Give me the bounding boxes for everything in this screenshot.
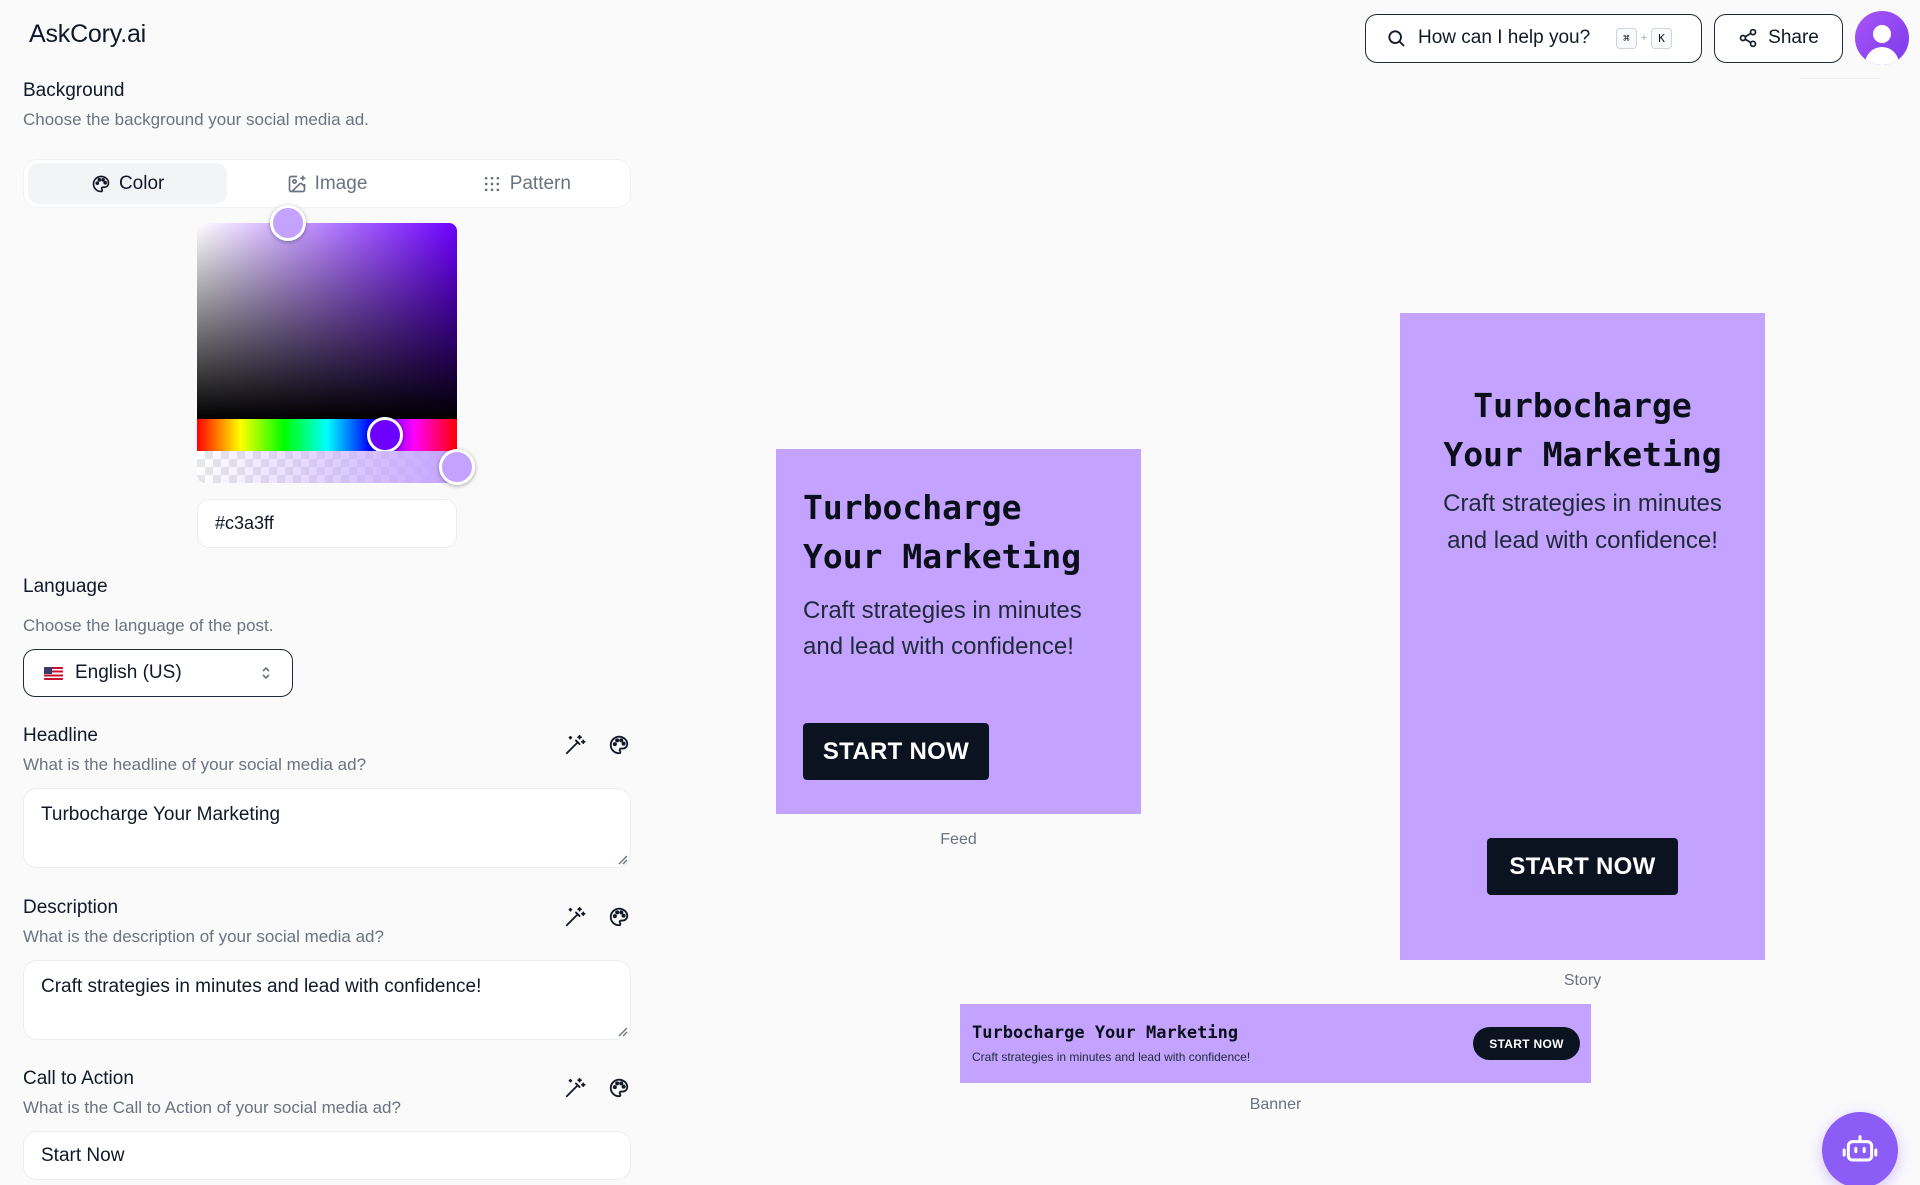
share-label: Share <box>1768 27 1819 48</box>
resize-grip-icon[interactable] <box>616 1025 628 1037</box>
language-value: English (US) <box>75 662 182 683</box>
feed-preview[interactable]: Turbocharge Your Marketing Craft strateg… <box>776 449 1141 814</box>
language-section: Language Choose the language of the post… <box>23 576 631 636</box>
magic-wand-icon[interactable] <box>563 905 587 929</box>
banner-label: Banner <box>1249 1096 1302 1113</box>
search-icon <box>1388 30 1405 47</box>
palette-icon[interactable] <box>607 733 631 757</box>
banner-cta-button[interactable]: START NOW <box>1473 1027 1580 1060</box>
robot-icon <box>1842 1135 1878 1162</box>
description-desc: What is the description of your social m… <box>23 927 384 946</box>
headline-header: Headline What is the headline of your so… <box>23 725 631 775</box>
feed-desc-line1: Craft strategies in minutes <box>803 597 1082 624</box>
headline-value: Turbocharge Your Marketing <box>41 804 281 825</box>
feed-description: Craft strategies in minutes and lead wit… <box>803 593 1114 665</box>
language-desc: Choose the language of the post. <box>23 616 274 635</box>
language-title: Language <box>23 576 108 597</box>
story-preview[interactable]: Turbocharge Your Marketing Craft strateg… <box>1400 313 1765 960</box>
tab-color-label: Color <box>118 172 165 194</box>
story-desc-line1: Craft strategies in minutes <box>1443 490 1722 517</box>
magic-wand-icon[interactable] <box>563 733 587 757</box>
search-button[interactable]: How can I help you? ⌘ + K <box>1365 13 1702 63</box>
feed-headline: Turbocharge Your Marketing <box>803 483 1114 581</box>
shortcut-plus: + <box>1640 32 1648 44</box>
story-headline-line2: Your Marketing <box>1443 435 1722 474</box>
story-headline: Turbocharge Your Marketing <box>1420 381 1745 479</box>
feed-headline-line1: Turbocharge <box>803 488 1022 527</box>
assistant-bot-button[interactable] <box>1822 1112 1898 1185</box>
tab-pattern-label: Pattern <box>509 172 571 194</box>
tab-pattern[interactable]: Pattern <box>427 163 626 204</box>
language-select[interactable]: English (US) <box>23 649 293 697</box>
feed-desc-line2: and lead with confidence! <box>803 633 1074 660</box>
banner-preview[interactable]: Turbocharge Your Marketing Craft strateg… <box>960 1004 1591 1083</box>
story-label: Story <box>1563 972 1602 989</box>
avatar-body <box>1865 47 1899 65</box>
saturation-handle[interactable] <box>270 205 306 241</box>
magic-wand-icon[interactable] <box>563 1076 587 1100</box>
cta-desc: What is the Call to Action of your socia… <box>23 1098 401 1117</box>
description-textarea[interactable]: Craft strategies in minutes and lead wit… <box>23 960 631 1040</box>
image-plus-icon <box>288 175 305 192</box>
tab-color[interactable]: Color <box>28 163 228 204</box>
headline-desc: What is the headline of your social medi… <box>23 755 367 774</box>
palette-icon[interactable] <box>607 905 631 929</box>
description-title: Description <box>23 897 119 918</box>
background-section: Background Choose the background your so… <box>23 80 631 130</box>
story-headline-line1: Turbocharge <box>1473 386 1692 425</box>
hue-handle[interactable] <box>367 417 403 453</box>
grid-dots-icon <box>484 176 499 191</box>
cta-input[interactable]: Start Now <box>23 1131 631 1180</box>
hue-slider[interactable] <box>197 417 457 453</box>
background-desc: Choose the background your social media … <box>23 110 369 129</box>
color-picker: #c3a3ff <box>197 205 475 548</box>
background-title: Background <box>23 80 125 101</box>
chevron-up-down-icon <box>260 665 272 681</box>
app-logo[interactable]: AskCory.ai <box>29 20 146 49</box>
background-tabs: Color Image Pattern <box>23 159 631 208</box>
description-value: Craft strategies in minutes and lead wit… <box>41 976 482 997</box>
resize-grip-icon[interactable] <box>616 853 628 865</box>
headline-textarea[interactable]: Turbocharge Your Marketing <box>23 788 631 868</box>
header-divider <box>1800 78 1880 79</box>
alpha-handle[interactable] <box>439 449 475 485</box>
topbar-actions: How can I help you? ⌘ + K Share <box>1365 11 1909 65</box>
story-description: Craft strategies in minutes and lead wit… <box>1420 485 1745 559</box>
palette-icon <box>92 175 110 192</box>
feed-cta-button[interactable]: START NOW <box>803 723 989 780</box>
story-desc-line2: and lead with confidence! <box>1447 527 1718 554</box>
alpha-slider[interactable] <box>197 449 475 485</box>
cta-header: Call to Action What is the Call to Actio… <box>23 1068 631 1118</box>
cta-title: Call to Action <box>23 1068 134 1089</box>
us-flag-icon <box>44 666 63 680</box>
avatar-head <box>1873 25 1891 43</box>
search-label: How can I help you? <box>1418 27 1591 48</box>
description-header: Description What is the description of y… <box>23 897 631 947</box>
tab-image[interactable]: Image <box>227 163 426 204</box>
share-button[interactable]: Share <box>1714 13 1843 63</box>
feed-headline-line2: Your Marketing <box>803 537 1082 576</box>
hex-color-input[interactable]: #c3a3ff <box>197 499 457 548</box>
story-cta-button[interactable]: START NOW <box>1487 838 1678 895</box>
saturation-area[interactable] <box>197 205 457 419</box>
share-icon <box>1739 28 1757 48</box>
headline-title: Headline <box>23 725 98 746</box>
k-key: K <box>1651 27 1672 49</box>
tab-image-label: Image <box>314 172 368 194</box>
feed-label: Feed <box>940 831 977 848</box>
user-avatar[interactable] <box>1855 11 1909 65</box>
cmd-key: ⌘ <box>1616 27 1637 49</box>
palette-icon[interactable] <box>607 1076 631 1100</box>
shortcut-hint: ⌘ + K <box>1616 27 1672 49</box>
